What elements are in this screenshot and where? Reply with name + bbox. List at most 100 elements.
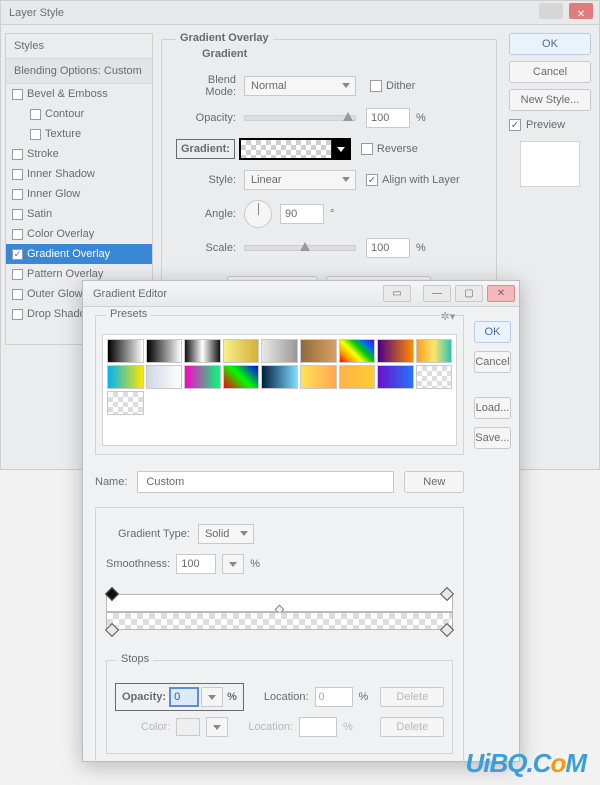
- style-checkbox[interactable]: [12, 269, 23, 280]
- gradient-name-input[interactable]: [137, 471, 394, 493]
- style-row-inner-shadow[interactable]: Inner Shadow: [6, 164, 152, 184]
- preset-swatch[interactable]: [300, 339, 337, 363]
- cancel-button[interactable]: Cancel: [509, 61, 591, 83]
- window-close-icon[interactable]: ✕: [569, 3, 593, 19]
- preset-swatch[interactable]: [184, 365, 221, 389]
- style-row-contour[interactable]: Contour: [6, 104, 152, 124]
- percent-label: %: [343, 721, 353, 733]
- ge-cancel-button[interactable]: Cancel: [474, 351, 510, 373]
- angle-dial[interactable]: [244, 200, 272, 228]
- smoothness-input[interactable]: [176, 554, 216, 574]
- delete-opacity-stop-button[interactable]: Delete: [380, 687, 444, 707]
- style-checkbox[interactable]: ✓: [12, 249, 23, 260]
- scale-slider[interactable]: [244, 245, 356, 251]
- preset-swatch[interactable]: [184, 339, 221, 363]
- style-row-bevel-emboss[interactable]: Bevel & Emboss: [6, 84, 152, 104]
- opacity-input[interactable]: [366, 108, 410, 128]
- window-minimize-icon[interactable]: —: [423, 285, 451, 302]
- opacity-slider[interactable]: [244, 115, 356, 121]
- stop-opacity-input[interactable]: [169, 687, 199, 707]
- window-minimize-icon[interactable]: [539, 3, 563, 19]
- preset-swatch[interactable]: [300, 365, 337, 389]
- style-row-gradient-overlay[interactable]: ✓Gradient Overlay: [6, 244, 152, 264]
- style-row-inner-glow[interactable]: Inner Glow: [6, 184, 152, 204]
- preset-swatch[interactable]: [107, 391, 144, 415]
- delete-color-stop-button[interactable]: Delete: [380, 717, 444, 737]
- opacity-stop-right[interactable]: [440, 587, 454, 601]
- scale-input[interactable]: [366, 238, 410, 258]
- gradient-type-dropdown[interactable]: Solid: [198, 524, 254, 544]
- preset-swatch[interactable]: [339, 339, 376, 363]
- preset-swatch[interactable]: [261, 339, 298, 363]
- style-checkbox[interactable]: [12, 89, 23, 100]
- style-checkbox[interactable]: [12, 189, 23, 200]
- layer-style-titlebar[interactable]: Layer Style ✕: [1, 1, 599, 25]
- scale-label: Scale:: [176, 242, 236, 254]
- style-checkbox[interactable]: [12, 209, 23, 220]
- preset-swatch[interactable]: [377, 365, 414, 389]
- presets-fieldset: Presets ✲▾: [95, 315, 464, 455]
- align-checkbox[interactable]: ✓: [366, 174, 378, 186]
- chevron-down-icon: [342, 177, 350, 182]
- preview-thumbnail: [520, 141, 580, 187]
- stop-opacity-stepper[interactable]: [201, 687, 223, 707]
- color-stop-right[interactable]: [440, 623, 454, 637]
- style-dropdown[interactable]: Linear: [244, 170, 356, 190]
- preset-swatch[interactable]: [146, 339, 183, 363]
- opacity-stop-left[interactable]: [105, 587, 119, 601]
- style-checkbox[interactable]: [30, 109, 41, 120]
- style-checkbox[interactable]: [12, 289, 23, 300]
- smoothness-stepper[interactable]: [222, 554, 244, 574]
- preset-swatch[interactable]: [107, 365, 144, 389]
- style-row-stroke[interactable]: Stroke: [6, 144, 152, 164]
- ok-button[interactable]: OK: [509, 33, 591, 55]
- style-row-satin[interactable]: Satin: [6, 204, 152, 224]
- preset-swatch[interactable]: [416, 365, 453, 389]
- style-label: Inner Shadow: [27, 168, 95, 180]
- color-stop-left[interactable]: [105, 623, 119, 637]
- ge-load-button[interactable]: Load...: [474, 397, 510, 419]
- new-gradient-button[interactable]: New: [404, 471, 464, 493]
- preset-swatch[interactable]: [223, 365, 260, 389]
- stop-color-picker[interactable]: [206, 717, 228, 737]
- window-maximize-icon[interactable]: ▢: [455, 285, 483, 302]
- style-checkbox[interactable]: [12, 229, 23, 240]
- style-row-color-overlay[interactable]: Color Overlay: [6, 224, 152, 244]
- percent-label: %: [359, 691, 369, 703]
- preset-swatch[interactable]: [223, 339, 260, 363]
- preset-swatch[interactable]: [377, 339, 414, 363]
- blend-mode-dropdown[interactable]: Normal: [244, 76, 356, 96]
- preset-swatch[interactable]: [416, 339, 453, 363]
- style-checkbox[interactable]: [12, 149, 23, 160]
- style-checkbox[interactable]: [12, 309, 23, 320]
- gradient-editor-titlebar[interactable]: Gradient Editor ▭ — ▢ ✕: [83, 281, 519, 307]
- style-label: Outer Glow: [27, 288, 83, 300]
- style-checkbox[interactable]: [12, 169, 23, 180]
- blending-options-row[interactable]: Blending Options: Custom: [6, 59, 152, 84]
- stop-location-input[interactable]: [315, 687, 353, 707]
- style-checkbox[interactable]: [30, 129, 41, 140]
- window-close-icon[interactable]: ✕: [487, 285, 515, 302]
- dither-checkbox[interactable]: [370, 80, 382, 92]
- gradient-swatch-picker[interactable]: [239, 138, 351, 160]
- angle-input[interactable]: [280, 204, 324, 224]
- ge-save-button[interactable]: Save...: [474, 427, 510, 449]
- reverse-checkbox[interactable]: [361, 143, 373, 155]
- stop-color-swatch[interactable]: [176, 718, 200, 736]
- preset-swatch[interactable]: [261, 365, 298, 389]
- preset-swatch[interactable]: [107, 339, 144, 363]
- preset-swatch[interactable]: [339, 365, 376, 389]
- chevron-down-icon: [342, 83, 350, 88]
- preview-checkbox[interactable]: ✓: [509, 119, 521, 131]
- style-row-texture[interactable]: Texture: [6, 124, 152, 144]
- percent-label: %: [250, 558, 260, 570]
- window-help-icon[interactable]: ▭: [383, 285, 411, 302]
- angle-label: Angle:: [176, 208, 236, 220]
- preset-swatch[interactable]: [146, 365, 183, 389]
- gradient-bar[interactable]: [106, 584, 453, 648]
- stop-color-location-input[interactable]: [299, 717, 337, 737]
- gear-icon[interactable]: ✲▾: [441, 310, 456, 323]
- ge-ok-button[interactable]: OK: [474, 321, 510, 343]
- new-style-button[interactable]: New Style...: [509, 89, 591, 111]
- styles-panel-title[interactable]: Styles: [6, 34, 152, 59]
